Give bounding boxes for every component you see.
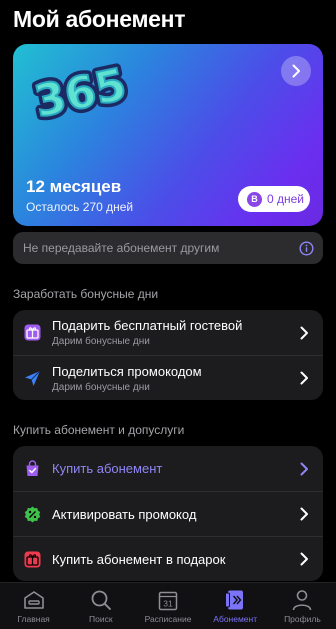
transfer-notice: Не передавайте абонемент другим (13, 232, 323, 264)
list-item-subtitle: Дарим бонусные дни (52, 336, 150, 347)
bonus-section-title: Заработать бонусные дни (13, 287, 159, 301)
days-remaining: Осталось 270 дней (26, 200, 134, 214)
svg-text:31: 31 (163, 598, 173, 608)
tab-label: Расписание (144, 614, 192, 624)
tab-search[interactable]: Поиск (67, 583, 134, 629)
notice-text: Не передавайте абонемент другим (23, 241, 220, 255)
membership-period: 12 месяцев (26, 177, 122, 196)
list-item-title: Подарить бесплатный гостевой (52, 318, 243, 333)
svg-text:365: 365 (30, 59, 130, 126)
bonus-days-badge[interactable]: В 0 дней (238, 186, 310, 212)
list-item-title: Купить абонемент в подарок (52, 551, 226, 567)
membership-icon (223, 589, 247, 611)
chevron-right-icon (300, 552, 308, 566)
list-item-title: Поделиться промокодом (52, 363, 202, 379)
tab-profile[interactable]: Профиль (269, 583, 336, 629)
tab-label: Главная (17, 614, 50, 624)
bonus-group: Подарить бесплатный гостевой Дарим бонус… (13, 310, 323, 400)
membership-card[interactable]: 365 365 12 месяцев Осталось 270 дней В 0… (13, 44, 323, 226)
chevron-right-icon (300, 462, 308, 475)
buy-section-title: Купить абонемент и допуслуги (13, 423, 185, 437)
list-item-subtitle: Дарим бонусные дни (52, 381, 150, 393)
tab-home[interactable]: Главная (0, 583, 67, 629)
bonus-days-label: 0 дней (267, 192, 305, 206)
info-icon[interactable] (299, 240, 314, 256)
calendar-icon: 31 (156, 589, 180, 611)
logo-365-icon: 365 365 (26, 56, 135, 126)
tab-membership[interactable]: Абонемент (202, 583, 269, 629)
percent-badge-icon (24, 506, 41, 523)
search-icon (89, 589, 113, 611)
list-item-gift-guest[interactable]: Подарить бесплатный гостевой Дарим бонус… (13, 310, 323, 355)
list-item-title: Активировать промокод (52, 506, 197, 522)
tab-label: Абонемент (213, 614, 258, 624)
list-item-activate-promo[interactable]: Активировать промокод (13, 491, 323, 536)
chevron-right-icon (300, 371, 308, 385)
gift-box-icon (24, 551, 41, 568)
chevron-right-icon (300, 326, 308, 339)
list-item-title: Купить абонемент (52, 461, 163, 476)
list-item-share-promo[interactable]: Поделиться промокодом Дарим бонусные дни (13, 355, 323, 400)
home-icon (22, 589, 46, 611)
card-open-button[interactable] (281, 56, 311, 86)
buy-group: Купить абонемент Активировать промокод К… (13, 446, 323, 581)
tab-label: Поиск (89, 614, 113, 624)
chevron-right-icon (292, 64, 300, 78)
shopping-bag-icon (24, 460, 41, 477)
list-item-gift-membership[interactable]: Купить абонемент в подарок (13, 536, 323, 581)
send-icon (24, 370, 41, 387)
list-item-buy-membership[interactable]: Купить абонемент (13, 446, 323, 491)
page-title: Мой абонемент (13, 6, 186, 32)
tab-bar: Главная Поиск 31 Расписание Абонемент Пр… (0, 582, 336, 629)
tab-label: Профиль (284, 614, 321, 624)
tab-schedule[interactable]: 31 Расписание (134, 583, 201, 629)
profile-icon (290, 589, 314, 611)
bonus-icon: В (247, 191, 262, 207)
gift-icon (24, 324, 41, 341)
chevron-right-icon (300, 507, 308, 521)
